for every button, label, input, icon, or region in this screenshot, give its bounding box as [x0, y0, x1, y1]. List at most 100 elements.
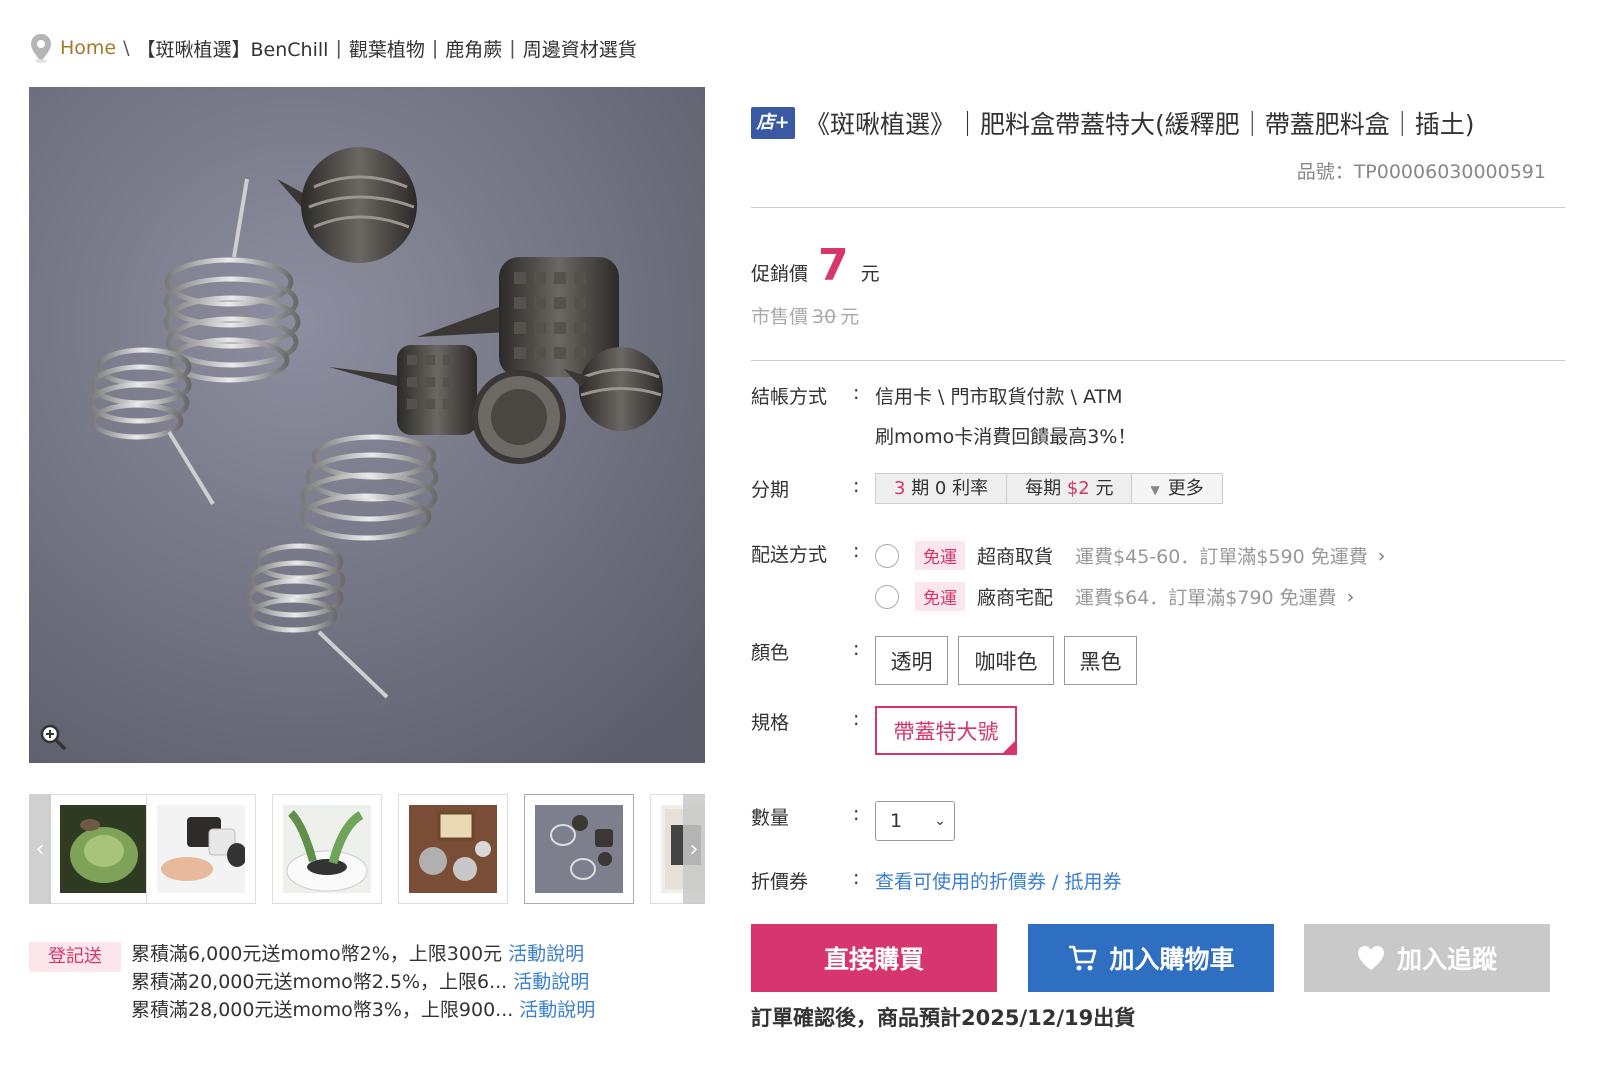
installment-label: 分期 [751, 479, 790, 501]
add-to-cart-label: 加入購物車 [1109, 945, 1235, 974]
buy-now-button[interactable]: 直接購買 [751, 924, 997, 992]
promo-row: 累積滿20,000元送momo幣2.5%，上限6... 活動說明 [131, 968, 589, 996]
payment-label: 結帳方式 [751, 386, 828, 408]
thumbnail-5[interactable] [524, 794, 634, 904]
thumbnail-4[interactable] [398, 794, 508, 904]
add-to-cart-button[interactable]: 加入購物車 [1028, 924, 1274, 992]
breadcrumb-subcategory-link[interactable]: 鹿角蕨 [445, 35, 502, 62]
promo-detail-link[interactable]: 活動說明 [519, 999, 595, 1021]
promo-detail-link[interactable]: 活動說明 [513, 971, 589, 993]
thumbnail-1[interactable] [49, 794, 159, 904]
breadcrumb-home-link[interactable]: Home [60, 37, 116, 59]
payment-methods: 信用卡 \ 門市取貨付款 \ ATM [875, 386, 1123, 408]
currency-unit: 元 [860, 263, 880, 285]
breadcrumb-shop-link[interactable]: 【斑啾植選】BenChill [137, 35, 329, 62]
free-shipping-tag: 免運 [915, 541, 965, 570]
thumbnail-image [157, 805, 245, 893]
market-price-label: 市售價 [751, 306, 809, 328]
shipping-name: 廠商宅配 [977, 587, 1054, 609]
market-price-value: 30 [812, 306, 837, 328]
shop-plus-badge: 店+ [751, 107, 795, 139]
spec-option-selected[interactable]: 帶蓋特大號 [875, 706, 1017, 755]
chevron-down-icon: ⌄ [934, 813, 946, 829]
thumbnail-3[interactable] [272, 794, 382, 904]
promo-text: 累積滿20,000元送momo幣2.5%，上限6... [131, 971, 508, 993]
add-to-wishlist-label: 加入追蹤 [1396, 945, 1497, 974]
colon: : [853, 803, 860, 825]
colon: : [853, 708, 860, 730]
buy-now-label: 直接購買 [823, 945, 924, 974]
shipping-fee: 運費$45-60．訂單滿$590 免運費 [1075, 546, 1368, 568]
thumbnail-next-button[interactable]: › [683, 794, 705, 904]
shipping-fee: 運費$64．訂單滿$790 免運費 [1075, 587, 1337, 609]
colon: : [853, 382, 860, 404]
breadcrumb-separator: | [335, 37, 342, 59]
breadcrumb-leaf-link[interactable]: 周邊資材選貨 [523, 35, 637, 62]
promo-price-label: 促銷價 [751, 263, 809, 285]
quantity-select[interactable]: 1 ⌄ [875, 801, 955, 841]
spec-option-label: 帶蓋特大號 [893, 719, 999, 744]
shipping-label: 配送方式 [751, 544, 828, 566]
shipping-name: 超商取貨 [977, 546, 1054, 568]
color-option-clear[interactable]: 透明 [875, 636, 948, 685]
breadcrumb: Home \ 【斑啾植選】BenChill | 觀葉植物 | 鹿角蕨 | 周邊資… [30, 32, 637, 64]
thumbnail-image [409, 805, 497, 893]
promo-price: 促銷價 7 元 [751, 240, 880, 291]
divider [751, 360, 1565, 361]
add-to-wishlist-button[interactable]: 加入追蹤 [1304, 924, 1550, 992]
divider [751, 207, 1565, 208]
installment-periods[interactable]: 3 期 0 利率 [876, 474, 1008, 503]
color-label: 顏色 [751, 642, 790, 664]
radio-button[interactable] [875, 543, 899, 568]
heart-icon [1357, 946, 1384, 970]
currency-unit: 元 [840, 306, 860, 328]
promo-row: 累積滿28,000元送momo幣3%，上限900... 活動說明 [131, 996, 595, 1024]
market-price: 市售價 30 元 [751, 302, 859, 329]
main-product-image[interactable] [29, 87, 705, 763]
promo-detail-link[interactable]: 活動說明 [508, 943, 584, 965]
shipping-date-note: 訂單確認後，商品預計2025/12/19出貨 [751, 1006, 1136, 1030]
color-option-black[interactable]: 黑色 [1064, 636, 1137, 685]
quantity-value: 1 [890, 810, 903, 832]
shipping-option-store[interactable]: 免運 超商取貨 運費$45-60．訂單滿$590 免運費 › [875, 541, 1385, 570]
colon: : [853, 475, 860, 497]
zoom-icon[interactable] [39, 723, 67, 751]
thumbnail-prev-button[interactable]: ‹ [29, 794, 51, 904]
thumbnail-2[interactable] [146, 794, 256, 904]
spec-label: 規格 [751, 712, 790, 734]
thumbnail-image [283, 805, 371, 893]
promo-row: 累積滿6,000元送momo幣2%，上限300元 活動說明 [131, 940, 584, 968]
promo-text: 累積滿6,000元送momo幣2%，上限300元 [131, 943, 503, 965]
product-sku: 品號：TP00006030000591 [1296, 161, 1546, 183]
colon: : [853, 638, 860, 660]
installment-more-button[interactable]: ▼ 更多 [1132, 474, 1222, 503]
colon: : [853, 540, 860, 562]
breadcrumb-category-link[interactable]: 觀葉植物 [349, 35, 425, 62]
installment-selector[interactable]: 3 期 0 利率 每期 $2 元 ▼ 更多 [875, 473, 1223, 504]
breadcrumb-separator: | [509, 37, 516, 59]
promo-text: 累積滿28,000元送momo幣3%，上限900... [131, 999, 514, 1021]
radio-button[interactable] [875, 584, 899, 609]
promo-price-value: 7 [818, 240, 849, 291]
breadcrumb-separator: \ [123, 37, 130, 59]
product-title: 《斑啾植選》｜肥料盒帶蓋特大(緩釋肥｜帶蓋肥料盒｜插土) [805, 110, 1475, 139]
coupon-link[interactable]: 查看可使用的折價券 / 抵用券 [875, 867, 1121, 894]
product-title-row: 店+ 《斑啾植選》｜肥料盒帶蓋特大(緩釋肥｜帶蓋肥料盒｜插土) [751, 105, 1475, 141]
thumbnail-image [60, 805, 148, 893]
chevron-right-icon[interactable]: › [1347, 586, 1355, 608]
chevron-right-icon: › [689, 836, 699, 862]
thumbnail-image [535, 805, 623, 893]
product-photo [29, 87, 705, 763]
chevron-right-icon[interactable]: › [1378, 545, 1386, 567]
breadcrumb-separator: | [431, 37, 439, 59]
installment-per-period[interactable]: 每期 $2 元 [1007, 474, 1133, 503]
location-pin-icon [31, 34, 51, 63]
promo-tag: 登記送 [29, 942, 121, 972]
payment-note: 刷momo卡消費回饋最高3%！ [875, 426, 1137, 448]
shipping-option-home[interactable]: 免運 廠商宅配 運費$64．訂單滿$790 免運費 › [875, 582, 1354, 611]
selected-check-icon [1001, 739, 1017, 755]
free-shipping-tag: 免運 [915, 582, 965, 611]
color-option-coffee[interactable]: 咖啡色 [958, 636, 1054, 685]
coupon-label: 折價券 [751, 871, 809, 893]
chevron-left-icon: ‹ [35, 836, 45, 862]
